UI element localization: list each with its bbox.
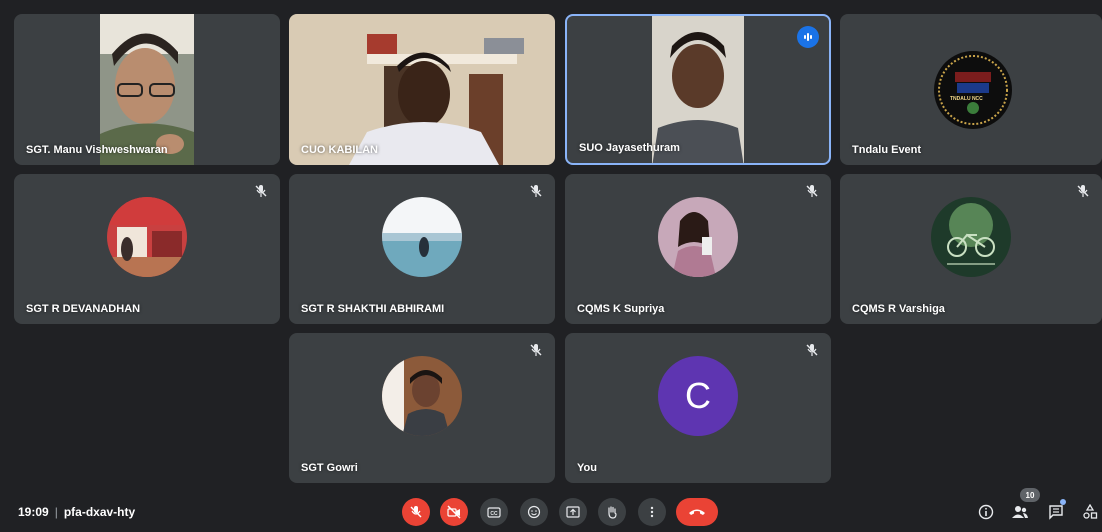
participant-avatar [382,197,462,277]
participant-tile-manu[interactable]: SGT. Manu Vishweshwaran [14,14,280,165]
camera-off-icon [447,505,461,519]
participant-tile-kabilan[interactable]: CUO KABILAN [289,14,555,165]
participant-tile-devanadhan[interactable]: SGT R DEVANADHAN [14,174,280,324]
svg-text:CC: CC [490,511,498,517]
participant-tile-shakthi[interactable]: SGT R SHAKTHI ABHIRAMI [289,174,555,324]
more-options-button[interactable] [638,498,666,526]
participant-name: CUO KABILAN [301,144,378,156]
mic-muted-icon [1077,185,1089,197]
participant-tile-tndalu-event[interactable]: TNDALU NCC Tndalu Event [840,14,1102,165]
raise-hand-icon [608,506,617,519]
participant-count-badge: 10 [1020,488,1040,502]
captions-icon: CC [487,507,501,518]
mic-off-icon [410,506,422,518]
participant-name: CQMS R Varshiga [852,303,945,315]
people-button[interactable] [1010,502,1030,522]
participant-avatar [658,197,738,277]
participant-name: Tndalu Event [852,144,922,156]
meeting-time: 19:09 [18,505,49,519]
participant-video [100,14,194,165]
emoji-reaction-button[interactable] [520,498,548,526]
bottom-toolbar: 19:09 | pfa-dxav-hty CC 10 [0,488,1102,532]
event-logo [934,51,1012,129]
participant-tile-varshiga[interactable]: CQMS R Varshiga [840,174,1102,324]
avatar-initial: C [685,375,711,416]
participant-tile-jayasethuram[interactable]: SUO Jayasethuram [565,14,831,165]
present-icon [566,506,580,518]
meeting-separator: | [54,505,58,519]
participant-name: SGT Gowri [301,462,358,474]
participant-name: SUO Jayasethuram [579,142,680,154]
participant-video [289,14,555,165]
end-call-icon [689,509,705,515]
chat-icon [1049,505,1063,520]
mic-muted-icon [806,185,818,197]
participant-avatar [107,197,187,277]
emoji-icon [527,505,541,519]
meeting-code[interactable]: pfa-dxav-hty [64,505,135,519]
meeting-info: 19:09 | pfa-dxav-hty [18,505,135,519]
chat-notification-dot [1060,499,1066,505]
participant-video [652,16,744,163]
mic-muted-icon [806,344,818,356]
participant-video-image [652,16,744,163]
camera-toggle-button[interactable] [440,498,468,526]
participant-name: SGT R SHAKTHI ABHIRAMI [301,303,445,315]
activities-icon [1083,504,1098,519]
participant-name: SGT R DEVANADHAN [26,303,141,315]
participant-name: CQMS K Supriya [577,303,665,315]
participant-name: SGT. Manu Vishweshwaran [26,144,168,156]
mic-toggle-button[interactable] [402,498,430,526]
mic-muted-icon [530,344,542,356]
people-icon [1012,506,1028,518]
participant-avatar [931,197,1011,277]
more-options-icon [650,506,654,518]
captions-button[interactable]: CC [480,498,508,526]
participant-tile-supriya[interactable]: CQMS K Supriya [565,174,831,324]
present-screen-button[interactable] [559,498,587,526]
participant-tile-gowri[interactable]: SGT Gowri [289,333,555,483]
mic-muted-icon [530,185,542,197]
event-logo-text: TNDALU NCC [950,96,983,102]
participant-avatar: C [658,356,738,436]
mic-muted-icon [255,185,267,197]
participant-name: You [577,462,597,474]
leave-call-button[interactable] [676,498,718,526]
participant-tile-you[interactable]: C You [565,333,831,483]
activities-button[interactable] [1080,502,1100,522]
participant-avatar [382,356,462,436]
raise-hand-button[interactable] [598,498,626,526]
meeting-details-button[interactable] [976,502,996,522]
participant-video-image [100,14,194,165]
info-icon [978,504,994,520]
chat-button[interactable] [1046,502,1066,522]
speaking-indicator-icon [797,26,819,48]
